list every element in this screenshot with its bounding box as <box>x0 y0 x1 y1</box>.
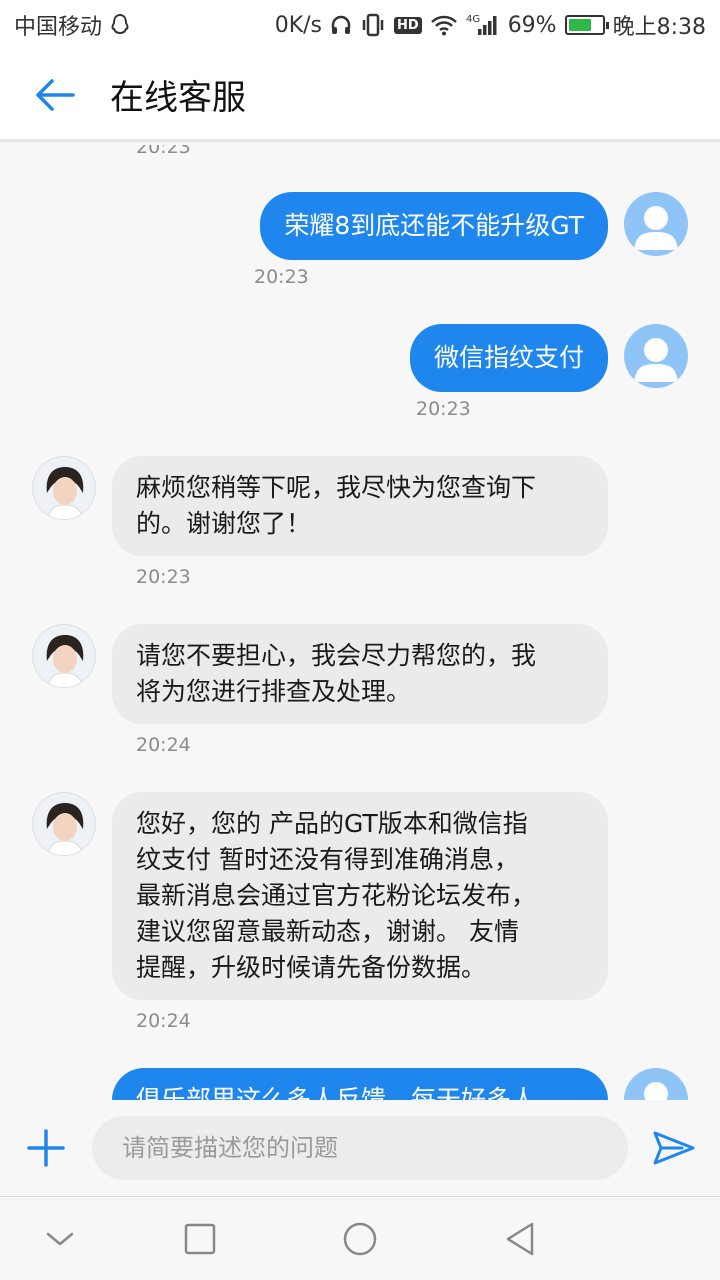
message-line: 您好，您的 产品的GT版本和微信指 <box>136 809 528 838</box>
person-icon <box>634 338 678 382</box>
chevron-down-icon <box>46 1232 74 1246</box>
person-icon <box>644 1082 668 1100</box>
message-line: 建议您留意最新动态，谢谢。 友情 <box>136 917 519 946</box>
battery-percent-label: 69% <box>507 12 557 38</box>
message-text: 微信指纹支付 <box>433 343 584 372</box>
message-input-bar <box>0 1100 720 1196</box>
send-icon <box>653 1131 695 1165</box>
carrier-label: 中国移动 <box>14 15 103 40</box>
message-timestamp: 20:23 <box>136 145 191 158</box>
vibrate-icon <box>360 13 386 37</box>
message-timestamp: 20:23 <box>254 266 309 288</box>
wifi-icon <box>430 14 458 36</box>
hd-badge: HD <box>394 16 422 34</box>
message-bubble-outgoing[interactable]: 微信指纹支付 <box>409 324 608 392</box>
agent-portrait-icon <box>33 457 95 519</box>
battery-fill <box>568 19 591 31</box>
message-bubble-incoming[interactable]: 请您不要担心，我会尽力帮您的，我 将为您进行排查及处理。 <box>112 624 608 724</box>
svg-text:4G: 4G <box>466 14 480 25</box>
agent-avatar[interactable] <box>32 624 96 688</box>
back-nav-button[interactable] <box>475 1197 565 1280</box>
agent-portrait-icon <box>33 793 95 855</box>
chat-list[interactable]: 20:23 荣耀8到底还能不能升级GT 20:23 微信指纹支付 20:23 麻… <box>0 145 720 1100</box>
square-icon <box>184 1223 216 1255</box>
message-bubble-outgoing[interactable]: 俱乐部里这么多人反馈，每天好多人 <box>112 1068 608 1100</box>
message-bubble-incoming[interactable]: 您好，您的 产品的GT版本和微信指 纹支付 暂时还没有得到准确消息， 最新消息会… <box>112 792 608 1000</box>
agent-avatar[interactable] <box>32 456 96 520</box>
signal-icon: 4G <box>466 13 500 37</box>
person-icon <box>634 206 678 250</box>
triangle-back-icon <box>506 1222 534 1256</box>
arrow-left-icon <box>36 78 75 111</box>
message-timestamp: 20:24 <box>136 734 191 756</box>
recents-button[interactable] <box>155 1197 245 1280</box>
circle-icon <box>343 1222 377 1256</box>
message-timestamp: 20:24 <box>136 1010 191 1032</box>
message-timestamp: 20:23 <box>416 398 471 420</box>
back-button[interactable] <box>0 49 110 141</box>
user-avatar[interactable] <box>624 324 688 388</box>
message-line: 纹支付 暂时还没有得到准确消息， <box>136 845 519 874</box>
plus-icon <box>27 1129 65 1167</box>
page-title: 在线客服 <box>110 78 246 118</box>
message-line: 将为您进行排查及处理。 <box>136 677 412 706</box>
headphones-icon <box>330 14 352 36</box>
qq-icon <box>110 13 130 37</box>
hide-keyboard-button[interactable] <box>15 1197 105 1280</box>
message-line: 最新消息会通过官方花粉论坛发布， <box>136 881 537 910</box>
status-bar: 中国移动 0K/s HD 4G 69% 晚上8:38 <box>0 0 720 50</box>
app-header: 在线客服 <box>0 50 720 142</box>
message-line: 的。谢谢您了！ <box>136 509 312 538</box>
user-avatar[interactable] <box>624 1068 688 1100</box>
message-input[interactable] <box>92 1116 628 1180</box>
message-timestamp: 20:23 <box>136 566 191 588</box>
agent-avatar[interactable] <box>32 792 96 856</box>
battery-icon <box>564 15 609 35</box>
message-line: 提醒，升级时候请先备份数据。 <box>136 953 487 982</box>
clock-label: 晚上8:38 <box>612 15 706 40</box>
message-text: 俱乐部里这么多人反馈，每天好多人 <box>136 1085 537 1100</box>
user-avatar[interactable] <box>624 192 688 256</box>
message-text: 荣耀8到底还能不能升级GT <box>284 211 584 240</box>
net-speed-label: 0K/s <box>274 12 323 38</box>
send-button[interactable] <box>628 1100 720 1196</box>
message-bubble-outgoing[interactable]: 荣耀8到底还能不能升级GT <box>260 192 608 260</box>
message-bubble-incoming[interactable]: 麻烦您稍等下呢，我尽快为您查询下 的。谢谢您了！ <box>112 456 608 556</box>
message-line: 请您不要担心，我会尽力帮您的，我 <box>136 641 537 670</box>
home-button[interactable] <box>315 1197 405 1280</box>
message-line: 麻烦您稍等下呢，我尽快为您查询下 <box>136 473 537 502</box>
agent-portrait-icon <box>33 625 95 687</box>
attach-button[interactable] <box>0 1100 92 1196</box>
system-nav-bar <box>0 1196 720 1280</box>
